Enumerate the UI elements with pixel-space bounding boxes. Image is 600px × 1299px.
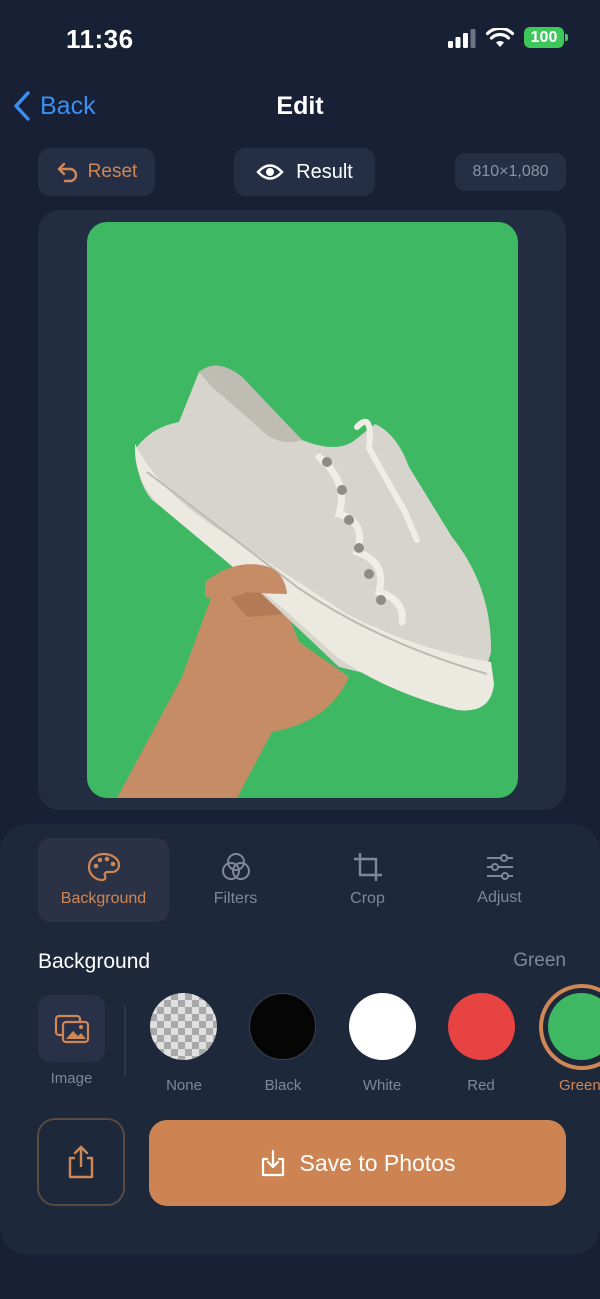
tab-background-label: Background bbox=[60, 890, 147, 907]
options-divider bbox=[124, 1006, 126, 1076]
background-section-title: Background bbox=[38, 950, 151, 973]
wifi-icon bbox=[486, 27, 514, 47]
swatch-black-label: Black bbox=[264, 1077, 302, 1094]
page-title: Edit bbox=[276, 92, 324, 120]
reset-button[interactable]: Reset bbox=[38, 148, 155, 196]
save-label: Save to Photos bbox=[299, 1149, 456, 1176]
swatch-none-label: None bbox=[166, 1077, 202, 1094]
eye-icon bbox=[256, 164, 284, 180]
battery-indicator: 100 bbox=[524, 27, 568, 48]
swatch-none[interactable] bbox=[150, 993, 217, 1060]
undo-icon bbox=[57, 162, 77, 183]
swatch-green-label: Green bbox=[559, 1077, 600, 1094]
swatch-black[interactable] bbox=[249, 993, 316, 1060]
status-time: 11:36 bbox=[66, 24, 134, 54]
share-icon bbox=[68, 1145, 94, 1179]
tab-background[interactable]: Background bbox=[38, 838, 169, 922]
status-icons: 100 bbox=[448, 27, 568, 48]
battery-level: 100 bbox=[530, 28, 558, 46]
result-button[interactable]: Result bbox=[234, 148, 375, 196]
swatch-red-label: Red bbox=[467, 1077, 495, 1094]
image-option-label: Image bbox=[50, 1070, 93, 1087]
result-label: Result bbox=[296, 160, 353, 183]
tab-crop-label: Crop bbox=[350, 890, 385, 907]
swatch-white-label: White bbox=[362, 1077, 402, 1094]
swatch-white[interactable] bbox=[349, 993, 416, 1060]
tab-adjust-label: Adjust bbox=[477, 889, 522, 906]
crop-icon bbox=[353, 853, 382, 881]
save-to-photos-button[interactable]: Save to Photos bbox=[149, 1120, 566, 1206]
swatch-red[interactable] bbox=[448, 993, 515, 1060]
sneaker-photo bbox=[117, 365, 494, 798]
image-background-button[interactable] bbox=[38, 995, 105, 1062]
download-icon bbox=[261, 1149, 284, 1177]
filters-icon bbox=[221, 853, 250, 880]
dimensions-badge: 810×1,080 bbox=[455, 153, 566, 191]
share-button[interactable] bbox=[37, 1118, 125, 1206]
reset-label: Reset bbox=[87, 161, 138, 182]
photo-gallery-icon bbox=[54, 1014, 89, 1043]
tab-crop[interactable]: Crop bbox=[302, 838, 433, 922]
tab-filters[interactable]: Filters bbox=[170, 838, 301, 922]
selected-background-value: Green bbox=[513, 950, 566, 971]
preview-image[interactable] bbox=[87, 222, 518, 798]
tab-adjust[interactable]: Adjust bbox=[434, 838, 565, 922]
cellular-signal-icon bbox=[448, 28, 476, 48]
tab-filters-label: Filters bbox=[213, 890, 258, 907]
palette-icon bbox=[87, 852, 120, 882]
sliders-icon bbox=[486, 854, 513, 880]
